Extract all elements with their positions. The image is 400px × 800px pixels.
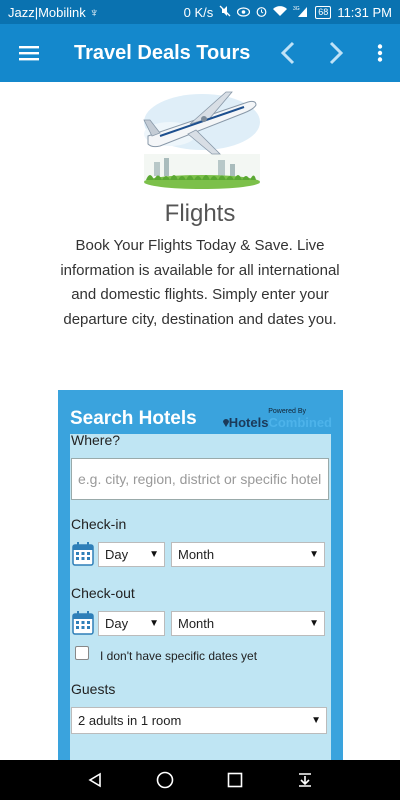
- no-dates-checkbox[interactable]: [75, 646, 89, 660]
- back-icon: [88, 772, 101, 788]
- section-title: Flights: [164, 200, 236, 227]
- alarm-icon: [256, 5, 267, 20]
- brand-main-text: Hotels: [228, 415, 269, 430]
- system-back-button[interactable]: [80, 765, 110, 795]
- dropdown-arrow-icon: ▼: [149, 549, 159, 560]
- menu-button[interactable]: [0, 24, 58, 82]
- widget-header: Search Hotels Powered By HotelsCombined: [70, 404, 332, 434]
- app-bar: Travel Deals Tours: [0, 24, 400, 82]
- calendar-icon[interactable]: [72, 611, 94, 635]
- wifi-icon: [273, 5, 288, 20]
- no-dates-label: I don't have specific dates yet: [100, 649, 258, 663]
- checkout-label: Check-out: [71, 585, 135, 601]
- checkin-day-select[interactable]: Day ▼: [98, 542, 165, 567]
- where-label: Where?: [71, 432, 121, 448]
- checkin-month-select[interactable]: Month ▼: [171, 542, 325, 567]
- checkin-month-value: Month: [178, 547, 215, 562]
- system-nav-bar: [0, 760, 400, 800]
- checkin-label: Check-in: [71, 516, 127, 532]
- notification-icon: [299, 773, 311, 787]
- where-input[interactable]: e.g. city, region, district or specific …: [71, 458, 329, 500]
- chevron-left-icon: [281, 41, 295, 65]
- checkout-month-select[interactable]: Month ▼: [171, 611, 325, 636]
- chevron-right-icon: [329, 41, 343, 65]
- carrier-name: Jazz|Mobilink: [8, 4, 86, 20]
- usb-icon: ♆: [89, 4, 100, 20]
- overflow-menu-button[interactable]: [360, 24, 400, 82]
- dropdown-arrow-icon: ▼: [149, 618, 159, 629]
- mute-icon: [219, 5, 231, 20]
- page-content: Flights Book Your Flights Today & Save. …: [0, 82, 400, 760]
- page-title: Travel Deals Tours: [74, 41, 251, 64]
- net-speed: 0 K/s: [183, 4, 214, 20]
- dropdown-arrow-icon: ▼: [309, 618, 319, 629]
- guests-value: 2 adults in 1 room: [78, 713, 182, 728]
- home-icon: [156, 771, 174, 789]
- airplane-illustration: [143, 91, 260, 189]
- intro-text: Book Your Flights Today & Save. Live inf…: [60, 237, 340, 328]
- clock-time: 11:31 PM: [337, 4, 392, 20]
- brand-logo: HotelsCombined: [222, 415, 332, 430]
- guests-label: Guests: [71, 681, 116, 697]
- svg-text:3G: 3G: [293, 6, 300, 12]
- checkout-month-value: Month: [178, 616, 215, 631]
- powered-by-logo: Powered By HotelsCombined: [222, 408, 332, 430]
- menu-icon: [19, 46, 39, 61]
- guests-select[interactable]: 2 adults in 1 room ▼: [71, 707, 327, 734]
- widget-title: Search Hotels: [70, 408, 197, 429]
- brand-accent-text: Combined: [268, 415, 332, 430]
- hotel-search-widget: Search Hotels Powered By HotelsCombined …: [58, 390, 343, 760]
- back-arrow-button[interactable]: [264, 24, 312, 82]
- system-home-button[interactable]: [150, 765, 180, 795]
- dropdown-arrow-icon: ▼: [309, 549, 319, 560]
- dropdown-arrow-icon: ▼: [311, 715, 321, 726]
- system-notification-button[interactable]: [290, 765, 320, 795]
- checkin-day-value: Day: [105, 547, 129, 562]
- search-form: Where? e.g. city, region, district or sp…: [70, 432, 331, 760]
- recents-icon: [227, 772, 243, 788]
- status-right: 0 K/s 3G 68 11:31 PM: [184, 5, 392, 20]
- carrier-text: Jazz|Mobilink ♆: [8, 5, 184, 20]
- status-bar: Jazz|Mobilink ♆ 0 K/s 3G 68 11:31 PM: [0, 0, 400, 24]
- system-recents-button[interactable]: [220, 765, 250, 795]
- battery-icon: 68: [315, 5, 332, 19]
- signal-icon: 3G: [293, 5, 309, 20]
- calendar-icon[interactable]: [72, 542, 94, 566]
- checkout-day-select[interactable]: Day ▼: [98, 611, 165, 636]
- eye-icon: [237, 5, 251, 20]
- forward-arrow-button[interactable]: [312, 24, 360, 82]
- more-vert-icon: [377, 44, 383, 62]
- checkout-day-value: Day: [105, 616, 129, 631]
